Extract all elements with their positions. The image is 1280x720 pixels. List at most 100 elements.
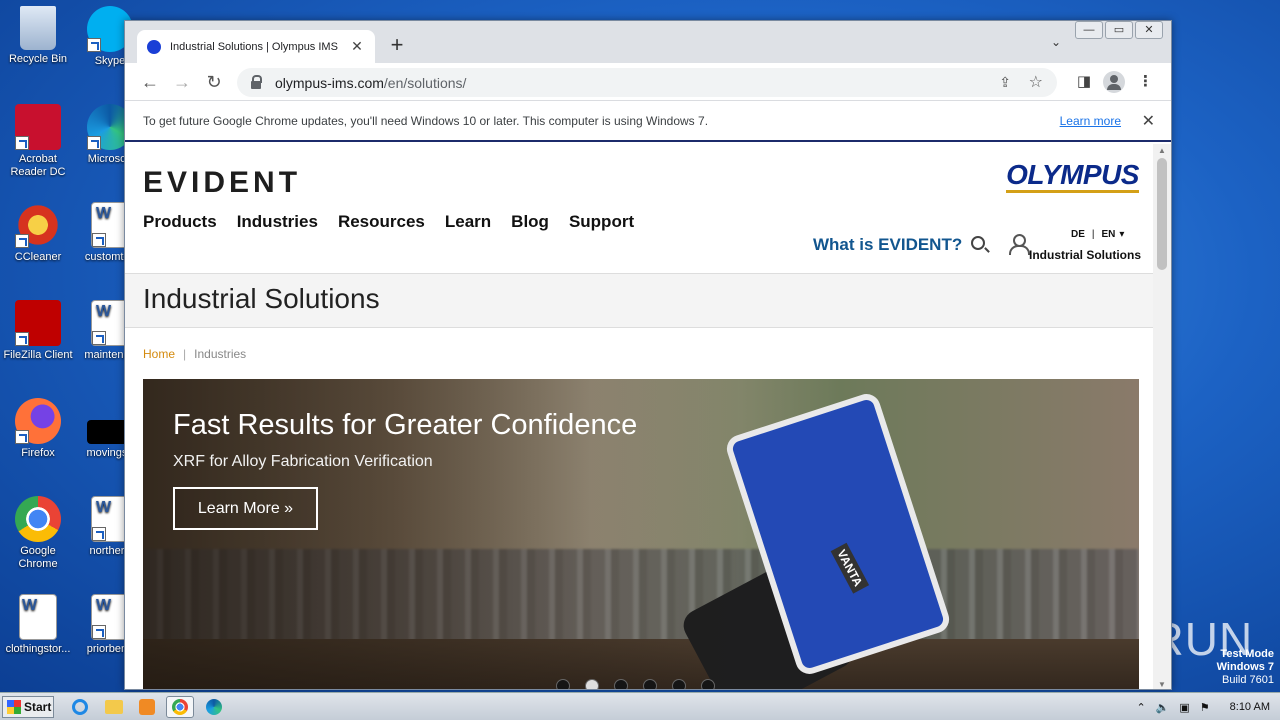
test-mode-line: Test Mode: [1220, 648, 1274, 660]
breadcrumb-home-link[interactable]: Home: [143, 347, 175, 361]
evident-logo[interactable]: EVIDENT: [143, 166, 301, 200]
hero-subheading: XRF for Alloy Fabrication Verification: [173, 453, 433, 470]
ccleaner-icon: [15, 202, 61, 248]
start-button[interactable]: Start: [2, 696, 54, 718]
infobar-close-icon[interactable]: ✕: [1142, 111, 1155, 131]
desktop-icon-label: FileZilla Client: [3, 349, 73, 361]
taskbar-media-player[interactable]: [133, 696, 161, 718]
main-nav: Products Industries Resources Learn Blog…: [143, 212, 634, 232]
tab-strip: Industrial Solutions | Olympus IMS ✕ + ⌄…: [125, 21, 1171, 63]
user-account-icon[interactable]: [1009, 234, 1030, 255]
forward-arrow-icon[interactable]: →: [171, 71, 193, 93]
tray-expand-icon[interactable]: ⌃: [1136, 701, 1145, 714]
carousel-dots: [556, 679, 715, 689]
taskbar-edge[interactable]: [200, 696, 228, 718]
desktop-icon-firefox[interactable]: Firefox: [0, 398, 76, 460]
page-scrollbar[interactable]: ▲ ▼: [1153, 144, 1171, 689]
carousel-dot-5[interactable]: [672, 679, 686, 689]
tab-title: Industrial Solutions | Olympus IMS: [170, 40, 338, 53]
desktop-icon-clothingstore[interactable]: W clothingstor...: [0, 594, 76, 656]
carousel-dot-2[interactable]: [585, 679, 599, 689]
desktop-icon-acrobat[interactable]: Acrobat Reader DC: [0, 104, 76, 179]
language-switcher[interactable]: DE | EN ▾: [1071, 229, 1124, 240]
scrollbar-thumb[interactable]: [1157, 158, 1167, 270]
desktop-icon-label: Recycle Bin: [8, 53, 68, 65]
side-panel-icon[interactable]: ◨: [1077, 72, 1091, 90]
acrobat-icon: [15, 104, 61, 150]
word-document-icon: W: [19, 594, 57, 640]
desktop-icon-label: Google Chrome: [18, 545, 58, 570]
carousel-dot-4[interactable]: [643, 679, 657, 689]
nav-item-blog[interactable]: Blog: [511, 212, 549, 232]
test-mode-line: Windows 7: [1216, 661, 1274, 673]
region-selector[interactable]: Industrial Solutions: [1029, 248, 1141, 262]
lang-en[interactable]: EN: [1102, 229, 1116, 240]
desktop-icon-filezilla[interactable]: FileZilla Client: [0, 300, 76, 362]
learn-more-link[interactable]: Learn more: [1060, 114, 1121, 128]
recycle-bin-icon: [20, 6, 56, 50]
url-text[interactable]: olympus-ims.com/en/solutions/: [275, 75, 466, 91]
taskbar-explorer[interactable]: [100, 696, 128, 718]
minimize-button[interactable]: —: [1075, 21, 1103, 39]
desktop-icon-recycle-bin[interactable]: Recycle Bin: [0, 6, 76, 66]
chevron-down-icon[interactable]: ▾: [1119, 229, 1124, 240]
desktop-icon-ccleaner[interactable]: CCleaner: [0, 202, 76, 264]
nav-item-learn[interactable]: Learn: [445, 212, 491, 232]
volume-icon[interactable]: 🔈: [1156, 701, 1170, 714]
learn-more-button[interactable]: Learn More »: [173, 487, 318, 530]
scroll-down-arrow-icon[interactable]: ▼: [1158, 680, 1166, 689]
nav-item-industries[interactable]: Industries: [237, 212, 318, 232]
nav-item-support[interactable]: Support: [569, 212, 634, 232]
page-viewport: EVIDENT OLYMPUS Products Industries Reso…: [125, 144, 1155, 689]
scroll-up-arrow-icon[interactable]: ▲: [1158, 146, 1166, 155]
carousel-dot-6[interactable]: [701, 679, 715, 689]
nav-item-products[interactable]: Products: [143, 212, 217, 232]
breadcrumb-separator: |: [183, 347, 187, 361]
desktop-icon-label: Firefox: [21, 447, 55, 459]
nav-item-resources[interactable]: Resources: [338, 212, 425, 232]
action-center-flag-icon[interactable]: ⚑: [1200, 701, 1210, 714]
lang-de[interactable]: DE: [1071, 229, 1085, 240]
url-path: /en/solutions/: [383, 74, 467, 91]
desktop-icon-label: CCleaner: [14, 251, 62, 263]
back-arrow-icon[interactable]: ←: [139, 71, 161, 93]
taskbar-ie[interactable]: [66, 696, 94, 718]
browser-toolbar: ← → ↻ olympus-ims.com/en/solutions/ ⇪ ☆ …: [125, 63, 1171, 101]
lock-icon[interactable]: [251, 74, 262, 89]
profile-avatar-icon[interactable]: [1103, 71, 1125, 93]
share-icon[interactable]: ⇪: [999, 74, 1011, 91]
carousel-dot-3[interactable]: [614, 679, 628, 689]
clock[interactable]: 8:10 AM: [1230, 701, 1270, 713]
url-host: olympus-ims.com: [275, 74, 384, 91]
tab-search-chevron-icon[interactable]: ⌄: [1051, 35, 1061, 49]
taskbar-chrome[interactable]: [166, 696, 194, 718]
internet-explorer-icon: [72, 699, 88, 715]
new-tab-button[interactable]: +: [387, 34, 407, 56]
reload-icon[interactable]: ↻: [203, 71, 225, 93]
tab-industrial-solutions[interactable]: Industrial Solutions | Olympus IMS ✕: [137, 30, 375, 63]
page-title: Industrial Solutions: [143, 283, 380, 314]
network-icon[interactable]: ▣: [1179, 701, 1189, 714]
update-infobar: To get future Google Chrome updates, you…: [125, 102, 1171, 142]
desktop-icon-chrome[interactable]: Google Chrome: [0, 496, 76, 571]
windows-logo-icon: [7, 700, 21, 714]
bookmark-star-icon[interactable]: ☆: [1029, 72, 1043, 92]
olympus-logo[interactable]: OLYMPUS: [1006, 160, 1139, 193]
edge-icon: [206, 699, 222, 715]
filezilla-icon: [15, 300, 61, 346]
close-window-button[interactable]: ✕: [1135, 21, 1163, 39]
hero-carousel: VANTA Fast Results for Greater Confidenc…: [143, 379, 1139, 689]
window-controls: — ▭ ✕: [1075, 21, 1163, 39]
hero-heading: Fast Results for Greater Confidence: [173, 409, 638, 441]
chrome-menu-icon[interactable]: ⋮: [1138, 72, 1153, 90]
lang-separator: |: [1091, 229, 1095, 240]
search-icon[interactable]: [971, 236, 985, 250]
infobar-message: To get future Google Chrome updates, you…: [143, 114, 709, 128]
tab-close-icon[interactable]: ✕: [349, 38, 365, 55]
chrome-icon: [172, 699, 188, 715]
carousel-dot-1[interactable]: [556, 679, 570, 689]
breadcrumb: Home | Industries: [143, 347, 246, 361]
maximize-button[interactable]: ▭: [1105, 21, 1133, 39]
what-is-evident-link[interactable]: What is EVIDENT?: [813, 235, 962, 255]
address-bar[interactable]: olympus-ims.com/en/solutions/ ⇪ ☆: [237, 68, 1057, 97]
